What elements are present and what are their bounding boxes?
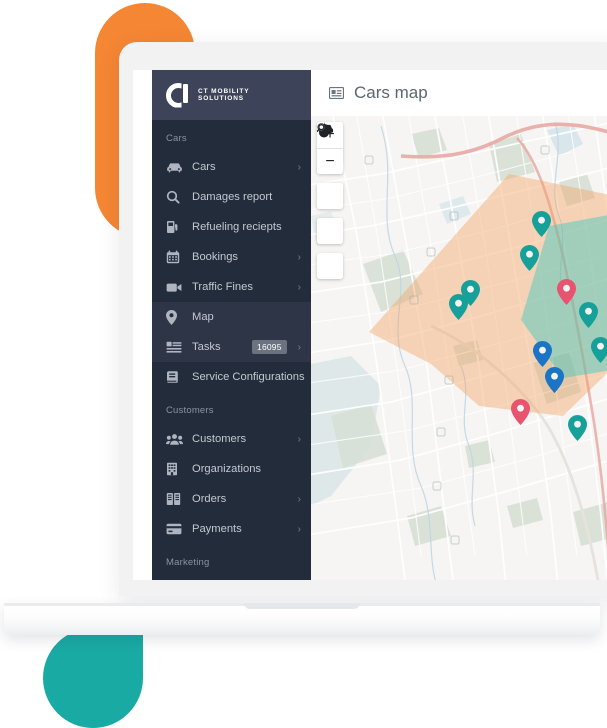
chevron-right-icon: ›: [297, 251, 301, 263]
search-icon: [166, 190, 185, 205]
credit-card-icon: [166, 522, 185, 537]
sidebar-item-label: Service Configurations: [192, 371, 305, 383]
sidebar-section-header: Cars: [166, 133, 187, 144]
chevron-right-icon: ›: [297, 281, 301, 293]
sidebar-section-header: Marketing: [166, 557, 210, 568]
sidebar-item-label: Bookings: [192, 251, 239, 263]
brand-line-1: CT MOBILITY: [198, 87, 250, 95]
tasks-list-icon: [166, 340, 185, 355]
laptop-base-notch: [244, 603, 360, 609]
refresh-button[interactable]: [317, 124, 343, 209]
building-icon: [166, 462, 185, 477]
sidebar-section-header: Customers: [166, 405, 214, 416]
map-marker[interactable]: [579, 302, 598, 328]
sidebar-item-tasks[interactable]: Tasks 16095 ›: [152, 332, 311, 362]
sidebar-item-map[interactable]: Map: [152, 302, 311, 332]
find-car-control-group: [317, 123, 343, 279]
sidebar-item-damages-report[interactable]: Damages report: [152, 182, 311, 212]
map-marker[interactable]: [532, 211, 551, 237]
sidebar-item-label: Organizations: [192, 463, 262, 475]
sidebar-item-label: Damages report: [192, 191, 273, 203]
fuel-pump-icon: [166, 220, 185, 235]
sidebar: CT MOBILITY SOLUTIONS Cars Cars › Damages r…: [152, 70, 311, 580]
page-header: Cars map: [311, 70, 607, 116]
chevron-right-icon: ›: [297, 523, 301, 535]
heatmap-control-group: [317, 122, 343, 244]
sidebar-item-label: Refueling reciepts: [192, 221, 282, 233]
map-pin-icon: [166, 309, 185, 325]
sidebar-nav: Cars Cars › Damages report Refueling reciept…: [152, 120, 311, 580]
sidebar-item-bookings[interactable]: Bookings ›: [152, 242, 311, 272]
brand-line-2: SOLUTIONS: [198, 95, 245, 102]
sidebar-item-orders[interactable]: Orders ›: [152, 484, 311, 514]
sidebar-item-refueling-reciepts[interactable]: Refueling reciepts: [152, 212, 311, 242]
sidebar-item-cars[interactable]: Cars ›: [152, 152, 311, 182]
sidebar-item-label: Tasks: [192, 341, 221, 353]
sidebar-item-traffic-fines[interactable]: Traffic Fines ›: [152, 272, 311, 302]
chevron-right-icon: ›: [297, 161, 301, 173]
main-content: Cars map + −: [311, 70, 607, 580]
chevron-right-icon: ›: [297, 341, 301, 353]
map-marker[interactable]: [568, 415, 587, 441]
page-title: Cars map: [354, 83, 428, 102]
chevron-right-icon: ›: [297, 433, 301, 445]
map-controls: + −: [317, 122, 343, 288]
sidebar-item-organizations[interactable]: Organizations: [152, 454, 311, 484]
scene: Cars map + − CT MOBILITY SOLUTIONS Cars …: [0, 0, 607, 728]
zoom-out-button[interactable]: −: [317, 148, 343, 174]
ct-logo-mark-icon: [166, 82, 191, 108]
map-marker[interactable]: [511, 399, 530, 425]
sidebar-item-service-configurations[interactable]: Service Configurations: [152, 362, 311, 392]
map-marker[interactable]: [557, 279, 576, 305]
map-marker[interactable]: [533, 341, 552, 367]
service-book-icon: [166, 370, 185, 385]
sidebar-item-customers[interactable]: Customers ›: [152, 424, 311, 454]
heatmap-button[interactable]: [317, 122, 343, 244]
chevron-right-icon: ›: [297, 493, 301, 505]
car-icon: [166, 160, 185, 175]
sidebar-item-label: Cars: [192, 161, 216, 173]
sidebar-item-payments[interactable]: Payments ›: [152, 514, 311, 544]
map-marker[interactable]: [449, 294, 468, 320]
laptop-base: [4, 603, 600, 635]
sidebar-item-badge: 16095: [252, 340, 287, 354]
sidebar-item-label: Payments: [192, 523, 242, 535]
sidebar-item-label: Map: [192, 311, 214, 323]
orders-book-icon: [166, 492, 185, 507]
refresh-control-group: [317, 124, 343, 209]
map-marker[interactable]: [591, 337, 607, 363]
sidebar-item-label: Orders: [192, 493, 227, 505]
map-marker[interactable]: [520, 245, 539, 271]
map-canvas[interactable]: + −: [311, 116, 607, 580]
map-marker[interactable]: [545, 367, 564, 393]
map-tiles: [311, 116, 607, 580]
card-list-icon: [329, 87, 344, 99]
find-car-button[interactable]: [317, 123, 343, 279]
sidebar-item-label: Customers: [192, 433, 247, 445]
brand-logo[interactable]: CT MOBILITY SOLUTIONS: [152, 70, 311, 120]
brand-name: CT MOBILITY SOLUTIONS: [198, 88, 249, 102]
calendar-icon: [166, 250, 185, 265]
teal-decoration-shape: [43, 628, 143, 728]
sidebar-item-label: Traffic Fines: [192, 281, 253, 293]
users-icon: [166, 432, 185, 447]
video-camera-icon: [166, 280, 185, 295]
screen: Cars map + − CT MOBILITY SOLUTIONS Cars …: [133, 70, 607, 580]
